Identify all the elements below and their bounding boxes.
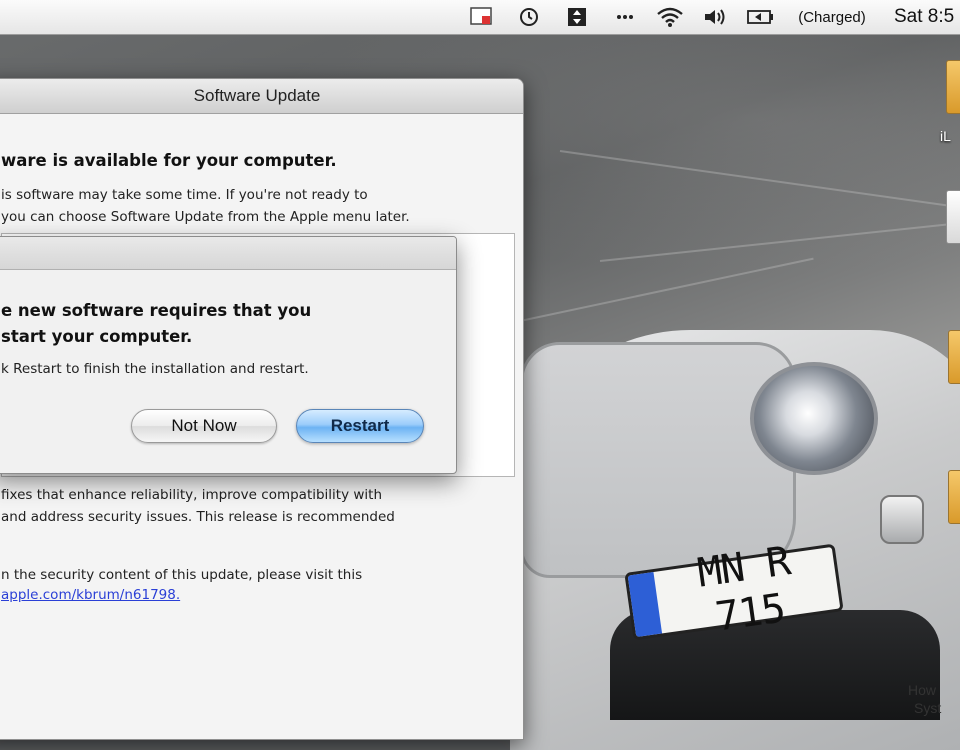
software-update-icon[interactable]	[464, 0, 498, 34]
menu-clock[interactable]: Sat 8:5	[894, 0, 960, 34]
desktop-icon-label: iL	[940, 128, 951, 144]
window-title: Software Update	[193, 86, 321, 105]
car-headlight	[750, 362, 878, 475]
car-sidelight	[880, 495, 924, 544]
update-description-line: fixes that enhance reliability, improve …	[1, 487, 383, 503]
update-body-line: you can choose Software Update from the …	[1, 209, 410, 225]
desktop-file-icon[interactable]	[948, 330, 960, 384]
sheet-heading-line: start your computer.	[1, 327, 193, 346]
road-marking	[599, 220, 960, 262]
window-titlebar[interactable]: Software Update	[0, 79, 523, 114]
road-marking	[559, 150, 960, 211]
sheet-header-bar	[0, 237, 456, 270]
desktop-file-icon[interactable]	[946, 60, 960, 114]
menu-bar: (Charged) Sat 8:5	[0, 0, 960, 35]
volume-icon[interactable]	[700, 0, 730, 34]
license-plate: MN R 715	[624, 538, 844, 641]
desktop-icon-label: How	[908, 682, 937, 698]
update-description-line: and address security issues. This releas…	[1, 509, 395, 525]
sheet-message: k Restart to finish the installation and…	[1, 361, 309, 377]
security-info-line: n the security content of this update, p…	[1, 567, 363, 583]
restart-button[interactable]: Restart	[296, 409, 424, 443]
time-machine-icon[interactable]	[514, 0, 544, 34]
desktop-file-icon[interactable]	[946, 190, 960, 244]
sheet-heading-line: e new software requires that you	[1, 301, 312, 320]
not-now-button[interactable]: Not Now	[131, 409, 277, 443]
update-heading: ware is available for your computer.	[1, 151, 337, 170]
desktop-icon-label: Syst	[914, 700, 942, 716]
sync-icon[interactable]	[562, 0, 592, 34]
desktop-file-icon[interactable]	[948, 470, 960, 524]
restart-required-sheet: e new software requires that you start y…	[0, 236, 457, 474]
bluetooth-icon[interactable]	[610, 0, 640, 34]
security-info-link[interactable]: apple.com/kbrum/n61798.	[1, 587, 180, 603]
road-marking	[519, 257, 814, 322]
wifi-icon[interactable]	[652, 0, 688, 34]
update-body-line: is software may take some time. If you'r…	[1, 187, 368, 203]
battery-icon[interactable]	[744, 0, 776, 34]
battery-status[interactable]: (Charged)	[786, 0, 878, 34]
